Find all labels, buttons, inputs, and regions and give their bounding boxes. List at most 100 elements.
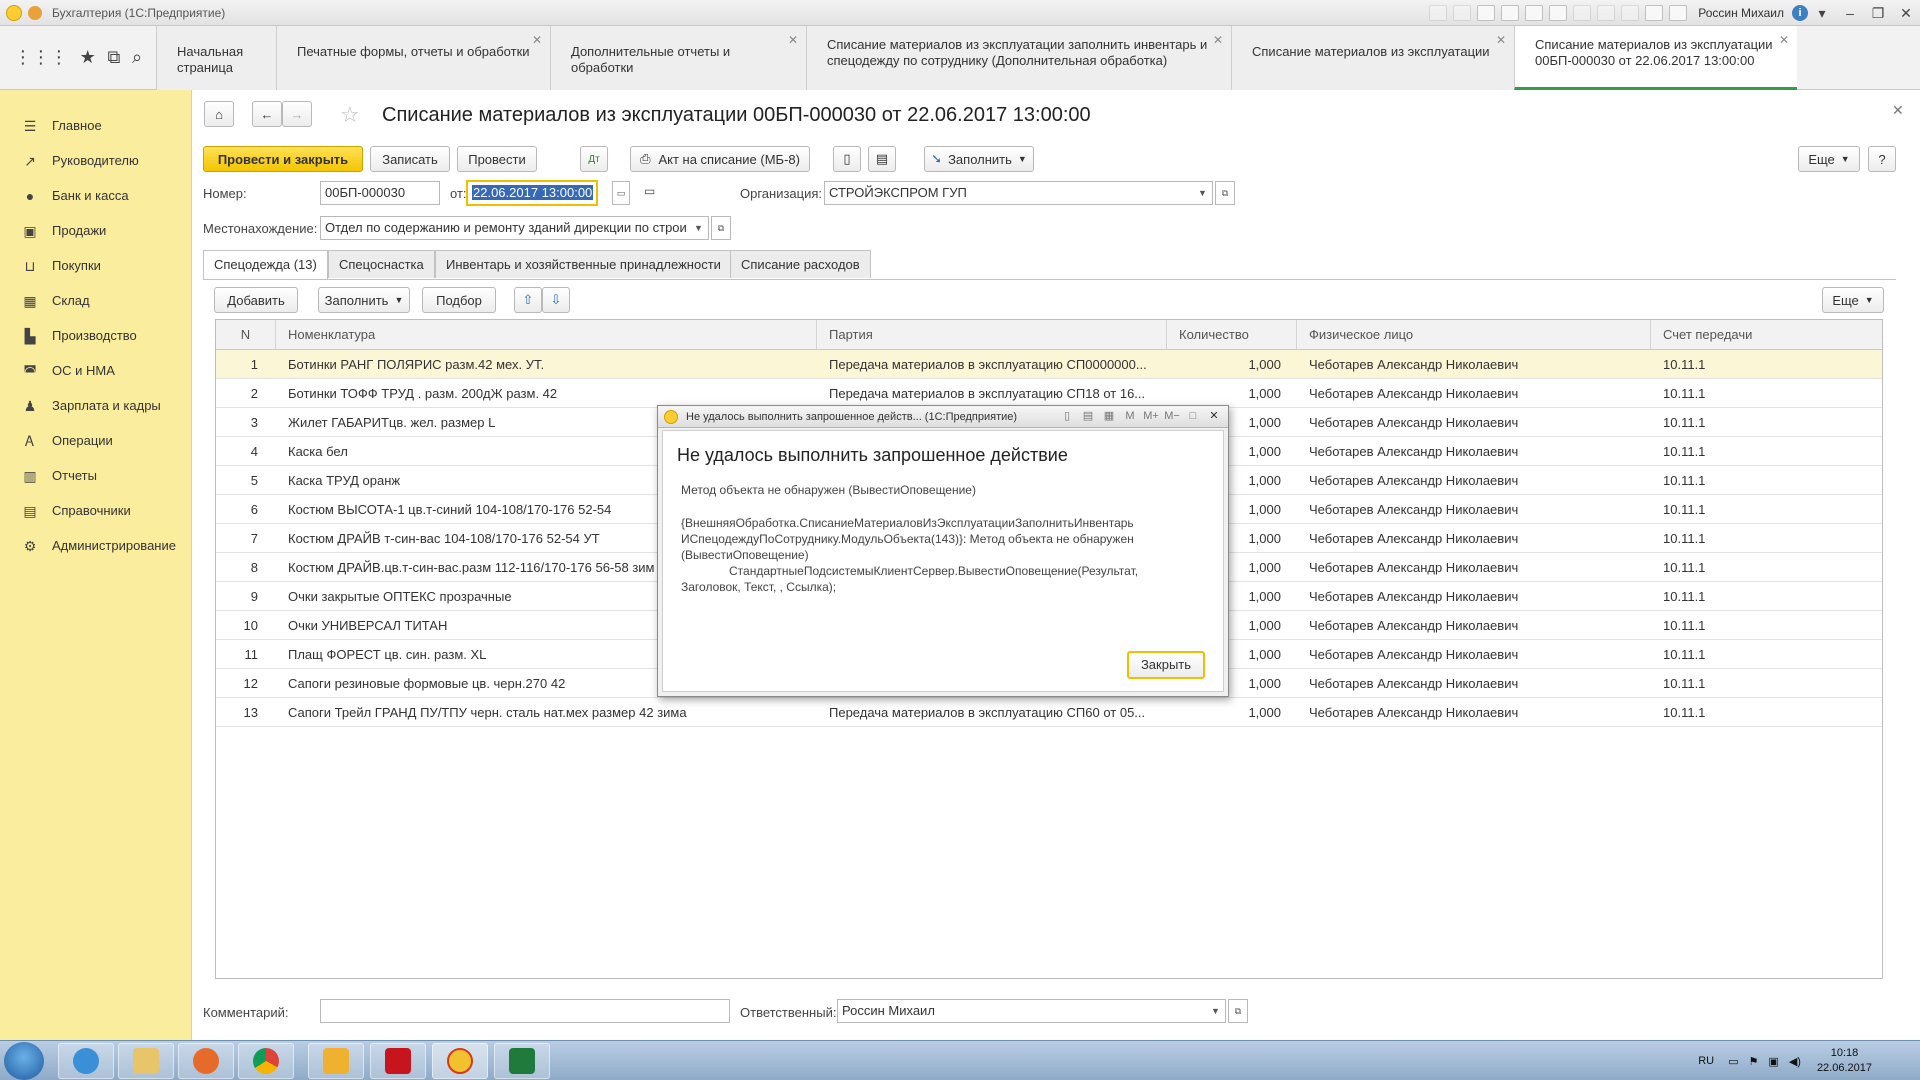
cell-account[interactable]: 10.11.1 [1651, 669, 1882, 697]
cell-person[interactable]: Чеботарев Александр Николаевич [1297, 553, 1651, 581]
tab-writeoff-list[interactable]: Списание материалов из эксплуатации ✕ [1231, 26, 1514, 90]
cell-n[interactable]: 4 [216, 437, 276, 465]
cell-n[interactable]: 6 [216, 495, 276, 523]
move-up-button[interactable]: ⇧ [514, 287, 542, 313]
close-icon[interactable]: ✕ [1206, 409, 1222, 423]
date-field[interactable]: 22.06.2017 13:00:00 [466, 180, 598, 206]
cell-item[interactable]: Ботинки ТОФФ ТРУД . разм. 200дЖ разм. 42 [276, 379, 817, 407]
table-more-button[interactable]: Еще ▼ [1822, 287, 1884, 313]
cell-n[interactable]: 2 [216, 379, 276, 407]
sidebar-item-operations[interactable]: Ꭺ Операции [0, 423, 191, 458]
date-picker-icon[interactable]: ▭ [644, 184, 655, 198]
favorite-star-icon[interactable]: ☆ [340, 102, 360, 128]
tab-print-forms[interactable]: Печатные формы, отчеты и обработки ✕ [276, 26, 550, 90]
location-field[interactable]: Отдел по содержанию и ремонту зданий дир… [320, 216, 690, 240]
table-row[interactable]: 13 Сапоги Трейл ГРАНД ПУ/ТПУ черн. сталь … [216, 698, 1882, 727]
memory-plus-icon[interactable]: M+ [1143, 409, 1159, 423]
close-tab-icon[interactable]: ✕ [1496, 32, 1506, 48]
search-icon[interactable]: ⌕ [132, 47, 142, 68]
close-form-icon[interactable]: ✕ [1892, 102, 1904, 119]
sidebar-item-production[interactable]: ▙ Производство [0, 318, 191, 353]
cell-person[interactable]: Чеботарев Александр Николаевич [1297, 350, 1651, 378]
sidebar-item-administration[interactable]: ⚙ Администрирование [0, 528, 191, 563]
cell-account[interactable]: 10.11.1 [1651, 379, 1882, 407]
cell-n[interactable]: 1 [216, 350, 276, 378]
cell-n[interactable]: 10 [216, 611, 276, 639]
cell-person[interactable]: Чеботарев Александр Николаевич [1297, 495, 1651, 523]
history-icon[interactable] [1501, 5, 1520, 21]
column-header-batch[interactable]: Партия [817, 320, 1167, 349]
memory-minus-icon[interactable]: M− [1164, 409, 1180, 423]
network-icon[interactable]: ▣ [1768, 1055, 1778, 1068]
close-window-button[interactable]: ✕ [1892, 5, 1920, 22]
tab-special-equipment[interactable]: Спецоснастка [328, 250, 435, 278]
calendar-icon[interactable] [1549, 5, 1568, 21]
cell-account[interactable]: 10.11.1 [1651, 553, 1882, 581]
taskbar-outlook-icon[interactable] [308, 1043, 364, 1079]
cell-person[interactable]: Чеботарев Александр Николаевич [1297, 669, 1651, 697]
taskbar-1c-icon[interactable] [432, 1043, 488, 1079]
taskbar-acrobat-icon[interactable] [370, 1043, 426, 1079]
cell-batch[interactable]: Передача материалов в эксплуатацию СП18 … [817, 379, 1167, 407]
tab-expense-writeoff[interactable]: Списание расходов [730, 250, 871, 278]
responsible-field[interactable]: Россин Михаил [837, 999, 1207, 1023]
responsible-dropdown[interactable]: ▼ [1206, 999, 1226, 1023]
column-header-person[interactable]: Физическое лицо [1297, 320, 1651, 349]
cell-person[interactable]: Чеботарев Александр Николаевич [1297, 640, 1651, 668]
favorites-icon[interactable] [1477, 5, 1496, 21]
cell-person[interactable]: Чеботарев Александр Николаевич [1297, 379, 1651, 407]
cell-account[interactable]: 10.11.1 [1651, 640, 1882, 668]
sidebar-item-sales[interactable]: ▣ Продажи [0, 213, 191, 248]
cell-n[interactable]: 13 [216, 698, 276, 726]
home-button[interactable]: ⌂ [204, 101, 234, 127]
document-icon[interactable]: ▯ [1059, 409, 1075, 423]
cell-person[interactable]: Чеботарев Александр Николаевич [1297, 524, 1651, 552]
keyboard-icon[interactable]: ▭ [1728, 1055, 1738, 1068]
flag-icon[interactable]: ⚑ [1749, 1055, 1759, 1068]
minimize-button[interactable]: – [1836, 5, 1864, 21]
cell-person[interactable]: Чеботарев Александр Николаевич [1297, 611, 1651, 639]
cell-qty[interactable]: 1,000 [1167, 350, 1297, 378]
cell-account[interactable]: 10.11.1 [1651, 524, 1882, 552]
location-dropdown[interactable]: ▼ [689, 216, 709, 240]
cell-n[interactable]: 12 [216, 669, 276, 697]
fill-dropdown-button[interactable]: ➘ Заполнить ▼ [924, 146, 1034, 172]
sidebar-item-bank[interactable]: ● Банк и касса [0, 178, 191, 213]
cell-n[interactable]: 5 [216, 466, 276, 494]
calendar-button[interactable]: ▭ [612, 181, 630, 205]
tab-home[interactable]: Начальная страница [156, 26, 276, 90]
start-button[interactable] [4, 1042, 44, 1080]
sidebar-item-purchases[interactable]: ⊔ Покупки [0, 248, 191, 283]
cell-batch[interactable]: Передача материалов в эксплуатацию СП000… [817, 350, 1167, 378]
location-open-button[interactable]: ⧉ [711, 216, 731, 240]
cell-account[interactable]: 10.11.1 [1651, 582, 1882, 610]
taskbar-chrome-icon[interactable] [238, 1043, 294, 1079]
sidebar-item-payroll[interactable]: ♟ Зарплата и кадры [0, 388, 191, 423]
dropdown-icon[interactable]: ▾ [1808, 5, 1836, 22]
print-act-button[interactable]: ⎙ Акт на списание (МБ-8) [630, 146, 810, 172]
calendar-icon[interactable]: ▦ [1101, 409, 1117, 423]
pick-button[interactable]: Подбор [422, 287, 496, 313]
organization-dropdown[interactable]: ▼ [1193, 181, 1213, 205]
tab-processing[interactable]: Списание материалов из эксплуатации запо… [806, 26, 1231, 90]
tab-additional-reports[interactable]: Дополнительные отчеты и обработки ✕ [550, 26, 806, 90]
post-button[interactable]: Провести [457, 146, 537, 172]
tab-writeoff-document[interactable]: Списание материалов из эксплуатации 00БП… [1514, 26, 1797, 90]
history-icon[interactable]: ⧉ [107, 47, 120, 68]
cell-person[interactable]: Чеботарев Александр Николаевич [1297, 582, 1651, 610]
cell-n[interactable]: 3 [216, 408, 276, 436]
taskbar-ie-icon[interactable] [58, 1043, 114, 1079]
sidebar-item-catalogs[interactable]: ▤ Справочники [0, 493, 191, 528]
cell-person[interactable]: Чеботарев Александр Николаевич [1297, 437, 1651, 465]
save-button[interactable]: Записать [370, 146, 450, 172]
cell-n[interactable]: 11 [216, 640, 276, 668]
taskbar-media-icon[interactable] [178, 1043, 234, 1079]
column-header-item[interactable]: Номенклатура [276, 320, 817, 349]
cell-account[interactable]: 10.11.1 [1651, 611, 1882, 639]
memory-m-icon[interactable] [1573, 5, 1592, 21]
cell-batch[interactable]: Передача материалов в эксплуатацию СП60 … [817, 698, 1167, 726]
organization-field[interactable]: СТРОЙЭКСПРОМ ГУП [824, 181, 1194, 205]
sidebar-item-fixed-assets[interactable]: ◚ ОС и НМА [0, 353, 191, 388]
cell-account[interactable]: 10.11.1 [1651, 466, 1882, 494]
cell-item[interactable]: Сапоги Трейл ГРАНД ПУ/ТПУ черн. сталь на… [276, 698, 817, 726]
